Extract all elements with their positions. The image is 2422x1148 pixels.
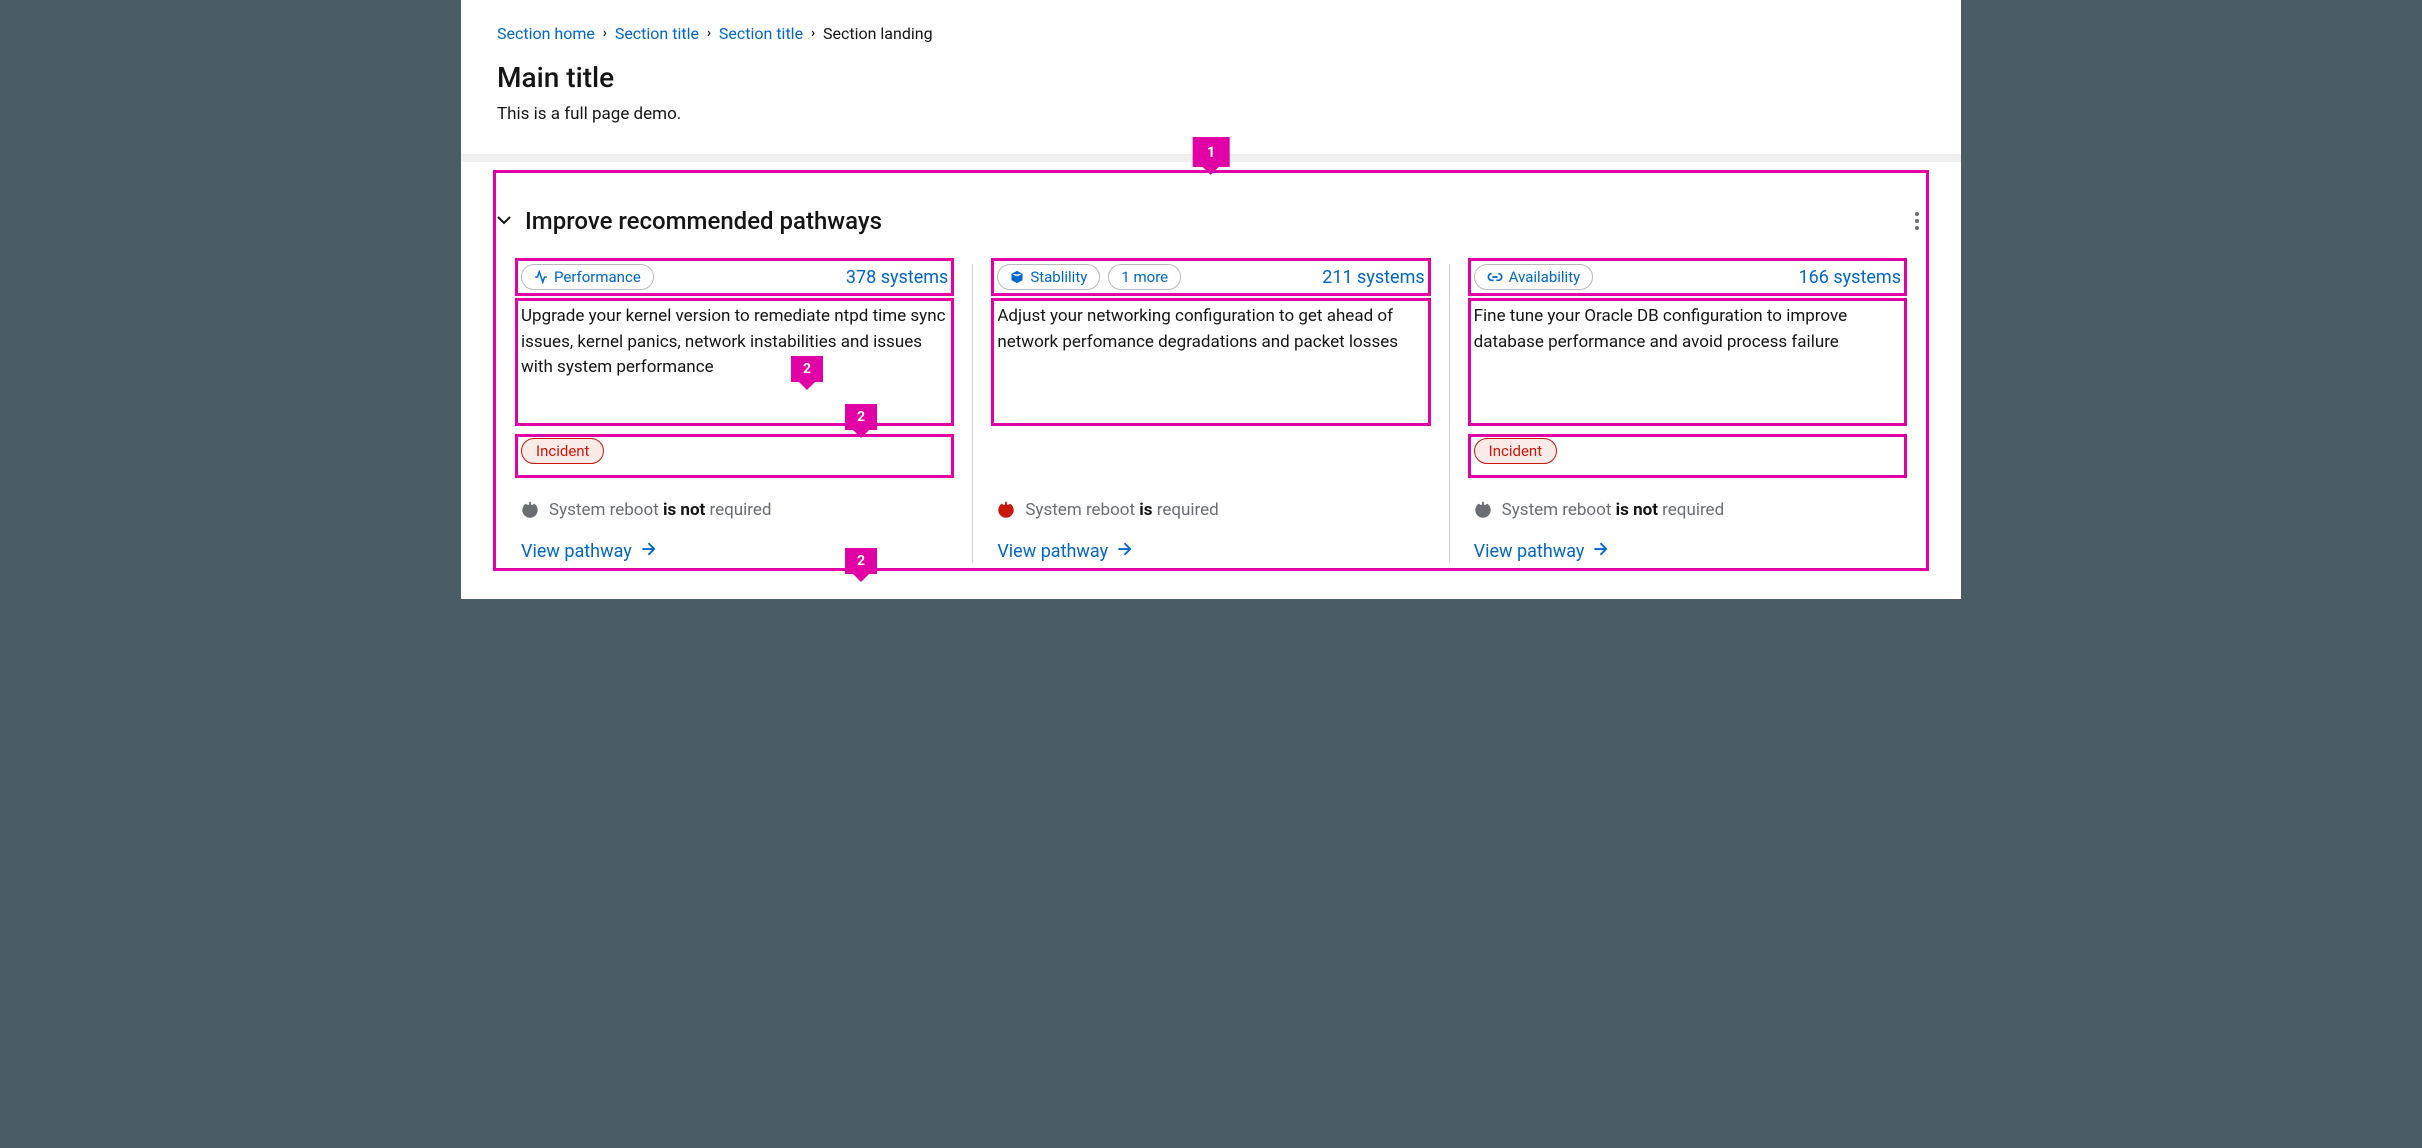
- card-tags-row: Stablility 1 more 211 systems: [997, 264, 1424, 290]
- card-tags-row: Availability 166 systems: [1474, 264, 1901, 290]
- content-area: 1 Improve recommended pathways: [461, 162, 1961, 599]
- breadcrumb: Section home › Section title › Section t…: [497, 24, 1925, 43]
- page: Section home › Section title › Section t…: [461, 0, 1961, 599]
- breadcrumb-current: Section landing: [823, 24, 933, 43]
- chevron-right-icon: ›: [811, 26, 815, 41]
- reboot-suffix: required: [705, 500, 771, 520]
- description-text: Upgrade your kernel version to remediate…: [521, 306, 946, 377]
- power-icon: [521, 501, 539, 519]
- section-title: Improve recommended pathways: [525, 207, 882, 235]
- annotation-callout-2: 2: [845, 548, 877, 574]
- systems-link[interactable]: 378 systems: [846, 267, 948, 288]
- incident-row: Incident: [521, 438, 948, 474]
- chevron-right-icon: ›: [603, 26, 607, 41]
- reboot-emph: is not: [663, 500, 705, 520]
- breadcrumb-level1[interactable]: Section title: [615, 24, 699, 43]
- power-icon: [997, 501, 1015, 519]
- page-title: Main title: [497, 61, 1925, 94]
- incident-row: Incident: [1474, 438, 1901, 474]
- power-icon: [1474, 501, 1492, 519]
- pathway-card: Performance 378 systems 2 2 Upgrade your…: [497, 264, 972, 563]
- category-chip[interactable]: Stablility: [997, 264, 1100, 290]
- view-pathway-link[interactable]: View pathway: [521, 540, 658, 563]
- card-description: Adjust your networking configuration to …: [997, 304, 1424, 424]
- cube-icon: [1010, 270, 1024, 284]
- card-description: Upgrade your kernel version to remediate…: [521, 304, 948, 424]
- breadcrumb-home[interactable]: Section home: [497, 24, 595, 43]
- card-description: Fine tune your Oracle DB configuration t…: [1474, 304, 1901, 424]
- chevron-down-icon[interactable]: [497, 213, 511, 229]
- activity-icon: [534, 270, 548, 284]
- link-label: View pathway: [521, 541, 632, 562]
- kebab-menu-icon[interactable]: [1909, 206, 1925, 236]
- chip-label: Stablility: [1030, 268, 1087, 286]
- page-header: Section home › Section title › Section t…: [461, 0, 1961, 162]
- link-label: View pathway: [997, 541, 1108, 562]
- reboot-prefix: System reboot: [1502, 500, 1616, 520]
- arrow-right-icon: [1592, 540, 1610, 563]
- reboot-suffix: required: [1153, 500, 1219, 520]
- section-header: Improve recommended pathways: [497, 182, 1925, 236]
- view-pathway-link[interactable]: View pathway: [997, 540, 1134, 563]
- card-tags-row: Performance 378 systems: [521, 264, 948, 290]
- reboot-emph: is: [1139, 500, 1152, 520]
- reboot-status: System reboot is not required: [521, 500, 948, 520]
- reboot-prefix: System reboot: [549, 500, 663, 520]
- description-text: Adjust your networking configuration to …: [997, 306, 1398, 352]
- pathway-card: Stablility 1 more 211 systems Adjust you…: [972, 264, 1448, 563]
- arrow-right-icon: [1116, 540, 1134, 563]
- chip-label: Availability: [1509, 268, 1581, 286]
- arrow-right-icon: [640, 540, 658, 563]
- reboot-emph: is not: [1616, 500, 1658, 520]
- category-chip[interactable]: Performance: [521, 264, 654, 290]
- more-chip[interactable]: 1 more: [1108, 264, 1181, 290]
- page-subtitle: This is a full page demo.: [497, 104, 1925, 124]
- incident-badge: Incident: [1474, 438, 1557, 464]
- reboot-prefix: System reboot: [1025, 500, 1139, 520]
- reboot-status: System reboot is not required: [1474, 500, 1901, 520]
- cards-row: Performance 378 systems 2 2 Upgrade your…: [497, 264, 1925, 563]
- pathway-card: Availability 166 systems Fine tune your …: [1449, 264, 1925, 563]
- systems-link[interactable]: 211 systems: [1322, 267, 1424, 288]
- chevron-right-icon: ›: [707, 26, 711, 41]
- reboot-status: System reboot is required: [997, 500, 1424, 520]
- incident-badge: Incident: [521, 438, 604, 464]
- category-chip[interactable]: Availability: [1474, 264, 1594, 290]
- link-icon: [1487, 270, 1503, 284]
- description-text: Fine tune your Oracle DB configuration t…: [1474, 306, 1847, 352]
- breadcrumb-level2[interactable]: Section title: [719, 24, 803, 43]
- link-label: View pathway: [1474, 541, 1585, 562]
- chip-label: 1 more: [1121, 268, 1168, 286]
- chip-label: Performance: [554, 268, 641, 286]
- systems-link[interactable]: 166 systems: [1799, 267, 1901, 288]
- incident-row: [997, 438, 1424, 474]
- reboot-suffix: required: [1658, 500, 1724, 520]
- view-pathway-link[interactable]: View pathway: [1474, 540, 1611, 563]
